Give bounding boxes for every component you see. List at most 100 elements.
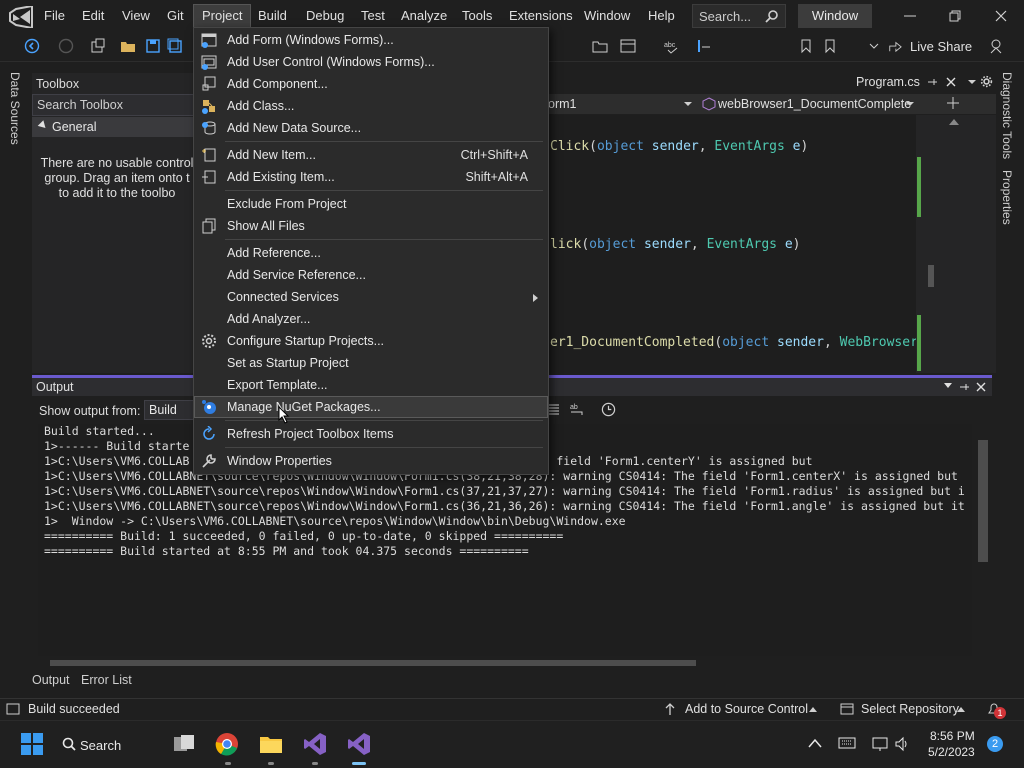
menu-extensions[interactable]: Extensions (509, 8, 573, 23)
taskbar-search-icon[interactable] (62, 737, 76, 751)
minimap[interactable] (916, 115, 996, 373)
keyboard-icon[interactable] (838, 737, 856, 749)
pin-icon[interactable] (926, 76, 938, 88)
output-line: ========== Build started at 8:55 PM and … (44, 544, 529, 558)
windows-start-icon[interactable] (20, 732, 44, 756)
step-icon[interactable] (696, 38, 712, 54)
menu-item-add-analyzer[interactable]: Add Analyzer... (194, 308, 548, 330)
menu-item-add-new-item[interactable]: Add New Item... Ctrl+Shift+A (194, 144, 548, 166)
scroll-up-icon[interactable] (949, 118, 959, 126)
menu-item-add-reference[interactable]: Add Reference... (194, 242, 548, 264)
search-box[interactable]: Search... (692, 4, 786, 28)
file-explorer-icon[interactable] (259, 732, 283, 756)
close-tab-icon[interactable] (945, 76, 957, 88)
menu-item-add-component[interactable]: Add Component... (194, 73, 548, 95)
panel-pin-icon[interactable] (958, 381, 970, 393)
open-folder-icon[interactable] (120, 38, 136, 54)
menu-item-add-service-reference[interactable]: Add Service Reference... (194, 264, 548, 286)
menu-item-label: Add Reference... (227, 246, 321, 260)
tab-dropdown-icon[interactable] (966, 76, 978, 88)
tray-chevron-icon[interactable] (808, 738, 822, 748)
minimize-icon[interactable] (902, 8, 918, 24)
menu-git[interactable]: Git (167, 8, 184, 23)
notification-center-badge[interactable]: 2 (987, 736, 1003, 752)
clock-icon[interactable] (601, 402, 616, 417)
menu-item-add-form[interactable]: Add Form (Windows Forms)... (194, 29, 548, 51)
settings-gear-icon[interactable] (980, 75, 993, 88)
output-source-select[interactable]: Build (144, 400, 194, 420)
menu-item-add-class[interactable]: Add Class... (194, 95, 548, 117)
forward-icon[interactable] (58, 38, 74, 54)
save-icon[interactable] (145, 38, 161, 54)
nav-type-dropdown[interactable]: orm1 (548, 97, 576, 111)
prev-bookmark-icon[interactable] (822, 38, 838, 54)
menu-item-show-all-files[interactable]: Show All Files (194, 215, 548, 237)
menu-help[interactable]: Help (648, 8, 675, 23)
tab-program-cs[interactable]: Program.cs (856, 75, 920, 89)
menu-item-add-user-control[interactable]: Add User Control (Windows Forms)... (194, 51, 548, 73)
menu-file[interactable]: File (44, 8, 65, 23)
layout-icon[interactable] (620, 38, 636, 54)
menu-item-window-properties[interactable]: Window Properties (194, 450, 548, 472)
save-all-icon[interactable] (167, 38, 183, 54)
back-icon[interactable] (24, 38, 40, 54)
taskbar-search-button[interactable]: Search (80, 738, 121, 753)
align-icon[interactable] (548, 403, 560, 415)
panel-close-icon[interactable] (975, 381, 987, 393)
folder-icon[interactable] (592, 38, 608, 54)
code-editor[interactable]: Click(object sender, EventArgs e) lick(o… (548, 115, 916, 375)
network-icon[interactable] (872, 736, 888, 752)
new-project-icon[interactable] (90, 38, 106, 54)
clock-time[interactable]: 8:56 PM (930, 729, 975, 743)
select-repository-button[interactable]: Select Repository (861, 702, 959, 716)
clock-date[interactable]: 5/2/2023 (928, 745, 975, 759)
menu-item-exclude-from-project[interactable]: Exclude From Project (194, 193, 548, 215)
menu-item-configure-startup-projects[interactable]: Configure Startup Projects... (194, 330, 548, 352)
vertical-scroll-thumb[interactable] (978, 440, 988, 562)
toolbox-search-input[interactable]: Search Toolbox (32, 94, 194, 116)
restore-icon[interactable] (947, 8, 963, 24)
horizontal-scroll-thumb[interactable] (50, 660, 696, 666)
panel-menu-icon[interactable] (944, 383, 952, 389)
menu-item-manage-nuget-packages[interactable]: Manage NuGet Packages... (194, 396, 548, 418)
live-share-button[interactable]: Live Share (910, 39, 972, 54)
menu-item-export-template[interactable]: Export Template... (194, 374, 548, 396)
add-to-source-control-button[interactable]: Add to Source Control (685, 702, 808, 716)
visual-studio-icon[interactable] (303, 732, 327, 756)
properties-tab[interactable]: Properties (1000, 170, 1014, 225)
close-window-icon[interactable] (993, 8, 1009, 24)
menu-test[interactable]: Test (361, 8, 385, 23)
tab-error-list[interactable]: Error List (81, 673, 132, 687)
menu-separator (225, 447, 543, 448)
menu-edit[interactable]: Edit (82, 8, 104, 23)
bookmark-icon[interactable] (798, 38, 814, 54)
menu-project[interactable]: Project (193, 4, 252, 28)
visual-studio-active-icon[interactable] (347, 732, 371, 756)
menu-window[interactable]: Window (584, 8, 630, 23)
menu-item-add-new-data-source[interactable]: Add New Data Source... (194, 117, 548, 139)
diagnostic-tools-tab[interactable]: Diagnostic Tools (1000, 72, 1014, 159)
menu-item-set-startup-project[interactable]: Set as Startup Project (194, 352, 548, 374)
menu-debug[interactable]: Debug (306, 8, 344, 23)
word-wrap-icon[interactable]: ab (570, 402, 586, 416)
data-sources-tab[interactable]: Data Sources (8, 72, 22, 145)
task-view-icon[interactable] (172, 732, 196, 756)
menu-item-add-existing-item[interactable]: Add Existing Item... Shift+Alt+A (194, 166, 548, 188)
menu-analyze[interactable]: Analyze (401, 8, 447, 23)
spell-check-icon[interactable]: abc (664, 38, 680, 54)
split-editor-icon[interactable] (946, 96, 960, 110)
minimap-thumb[interactable] (928, 265, 934, 287)
toolbox-group-general[interactable]: General (32, 117, 194, 137)
menu-tools[interactable]: Tools (462, 8, 492, 23)
menu-build[interactable]: Build (258, 8, 287, 23)
feedback-icon[interactable] (988, 38, 1004, 54)
chrome-icon[interactable] (215, 732, 239, 756)
overflow-icon[interactable] (866, 38, 882, 54)
tab-output[interactable]: Output (32, 673, 70, 687)
volume-icon[interactable] (894, 736, 910, 752)
chevron-down-icon (684, 102, 692, 106)
menu-item-refresh-toolbox-items[interactable]: Refresh Project Toolbox Items (194, 423, 548, 445)
nav-member-dropdown[interactable]: webBrowser1_DocumentComplete (718, 97, 911, 111)
menu-item-connected-services[interactable]: Connected Services (194, 286, 548, 308)
menu-view[interactable]: View (122, 8, 150, 23)
